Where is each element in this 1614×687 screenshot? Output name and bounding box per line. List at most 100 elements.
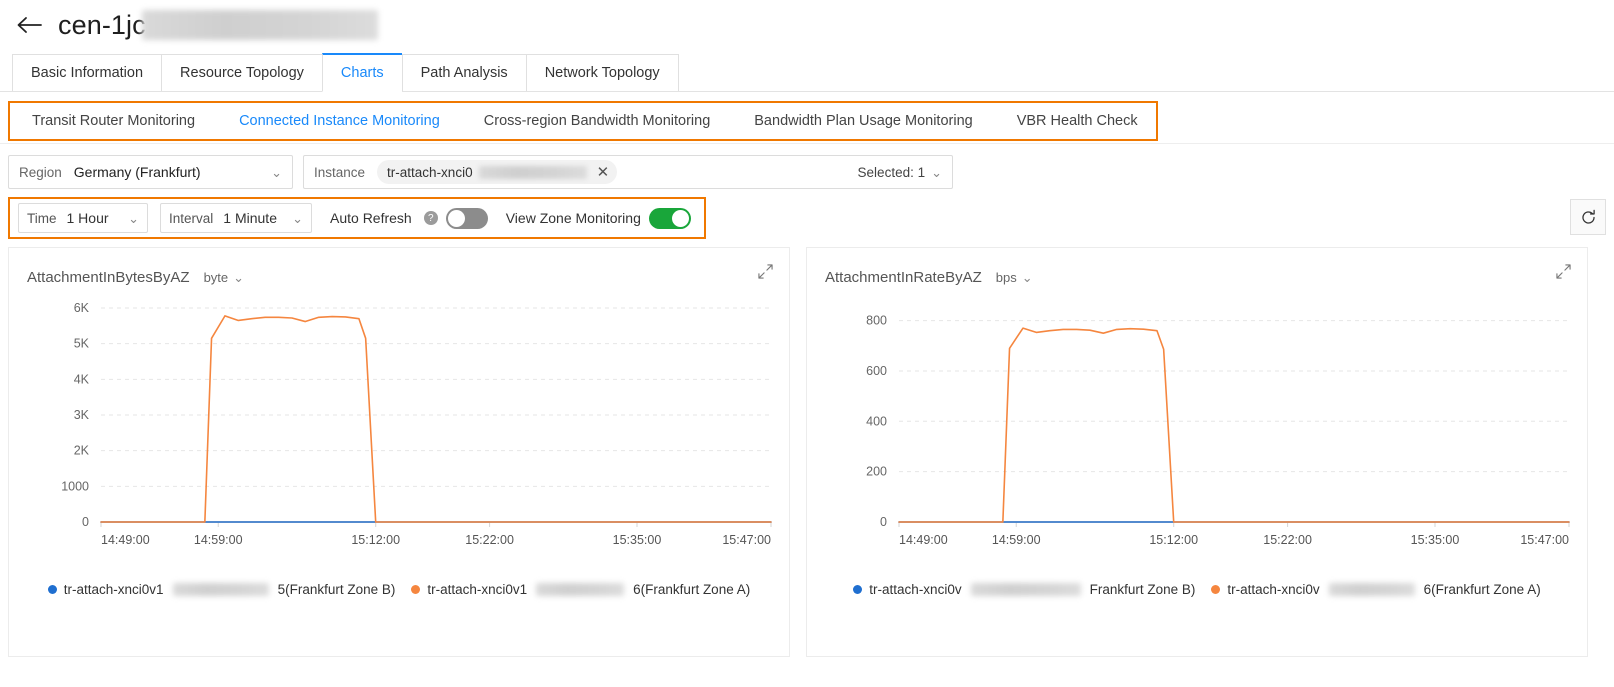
subnav-item-cross-region-bandwidth-monitoring[interactable]: Cross-region Bandwidth Monitoring — [462, 113, 732, 129]
tab-label: Network Topology — [545, 65, 660, 81]
close-icon[interactable]: ✕ — [593, 163, 610, 181]
page-title: cen-1jc — [58, 10, 378, 41]
chart-legend: tr-attach-xnci0v1 5(Frankfurt Zone B) tr… — [9, 582, 789, 597]
charts-container: AttachmentInBytesByAZ byte ⌄ 0 1000 2K 3K 4K… — [0, 247, 1614, 657]
question-mark-icon[interactable]: ? — [424, 211, 438, 225]
toggle-knob — [672, 210, 689, 227]
tab-label: Path Analysis — [421, 65, 508, 81]
chart-title: AttachmentInRateByAZ — [825, 269, 982, 286]
svg-text:15:22:00: 15:22:00 — [465, 533, 514, 547]
svg-text:4K: 4K — [74, 372, 90, 386]
svg-text:14:49:00: 14:49:00 — [101, 533, 150, 547]
instance-selector[interactable]: Instance tr-attach-xnci0 ✕ Selected: 1 ⌄ — [303, 155, 953, 189]
chart-unit-selector[interactable]: bps ⌄ — [996, 270, 1033, 285]
view-zone-monitoring-label: View Zone Monitoring — [506, 210, 641, 226]
title-bar: cen-1jc — [0, 0, 1614, 48]
legend-color-swatch — [1211, 585, 1220, 594]
tab-path-analysis[interactable]: Path Analysis — [402, 54, 526, 92]
time-range-selector[interactable]: Time 1 Hour ⌄ — [18, 203, 148, 233]
region-label: Region — [19, 165, 62, 180]
time-value: 1 Hour — [67, 210, 109, 226]
primary-tabs: Basic Information Resource Topology Char… — [0, 52, 1614, 92]
redacted-legend-segment — [536, 583, 624, 596]
toolbar-highlight: Time 1 Hour ⌄ Interval 1 Minute ⌄ Auto R… — [8, 197, 706, 239]
region-selector[interactable]: Region Germany (Frankfurt) ⌄ — [8, 155, 293, 189]
tab-resource-topology[interactable]: Resource Topology — [161, 54, 322, 92]
toolbar-row: Time 1 Hour ⌄ Interval 1 Minute ⌄ Auto R… — [0, 197, 1614, 245]
svg-text:0: 0 — [880, 515, 887, 529]
back-arrow-icon[interactable] — [14, 10, 44, 40]
instance-label: Instance — [314, 165, 365, 180]
chart-unit-selector[interactable]: byte ⌄ — [204, 270, 244, 285]
chart-header: AttachmentInRateByAZ bps ⌄ — [807, 248, 1587, 290]
svg-text:15:12:00: 15:12:00 — [351, 533, 400, 547]
divider — [0, 143, 1614, 144]
interval-selector[interactable]: Interval 1 Minute ⌄ — [160, 203, 312, 233]
sub-navigation: Transit Router Monitoring Connected Inst… — [0, 101, 1614, 143]
page-root: cen-1jc Basic Information Resource Topol… — [0, 0, 1614, 687]
time-label: Time — [27, 211, 57, 226]
svg-text:1000: 1000 — [61, 479, 89, 493]
chevron-down-icon: ⌄ — [292, 212, 303, 225]
refresh-button[interactable] — [1570, 199, 1606, 235]
sub-navigation-highlight: Transit Router Monitoring Connected Inst… — [8, 101, 1158, 141]
chevron-down-icon: ⌄ — [271, 166, 282, 179]
chevron-down-icon: ⌄ — [233, 271, 244, 284]
legend-item-zone-a[interactable]: tr-attach-xnci0v1 6(Frankfurt Zone A) — [411, 582, 750, 597]
legend-item-zone-b[interactable]: tr-attach-xnci0v Frankfurt Zone B) — [853, 582, 1195, 597]
legend-label: tr-attach-xnci0v — [1227, 582, 1319, 597]
svg-text:400: 400 — [866, 414, 887, 428]
subnav-item-bandwidth-plan-usage-monitoring[interactable]: Bandwidth Plan Usage Monitoring — [732, 113, 994, 129]
svg-text:15:47:00: 15:47:00 — [722, 533, 771, 547]
svg-text:0: 0 — [82, 515, 89, 529]
legend-item-zone-b[interactable]: tr-attach-xnci0v1 5(Frankfurt Zone B) — [48, 582, 396, 597]
region-value: Germany (Frankfurt) — [74, 164, 201, 180]
legend-item-zone-a[interactable]: tr-attach-xnci0v 6(Frankfurt Zone A) — [1211, 582, 1540, 597]
refresh-icon — [1580, 209, 1597, 226]
svg-text:600: 600 — [866, 364, 887, 378]
legend-color-swatch — [853, 585, 862, 594]
redacted-legend-segment — [971, 583, 1081, 596]
chart-plot-area[interactable]: 010002K3K4K5K6K14:49:0014:59:0015:12:001… — [9, 290, 791, 580]
legend-label-suffix: 5(Frankfurt Zone B) — [278, 582, 396, 597]
redacted-legend-segment — [173, 583, 269, 596]
auto-refresh-toggle[interactable] — [446, 208, 488, 229]
subnav-item-transit-router-monitoring[interactable]: Transit Router Monitoring — [10, 113, 217, 129]
legend-label-suffix: 6(Frankfurt Zone A) — [1424, 582, 1541, 597]
subnav-label: VBR Health Check — [1017, 113, 1138, 129]
chart-plot-area[interactable]: 0 200 400 600 800 14:49:00 14:59:00 15:12:00 15:… — [807, 290, 1589, 580]
tab-charts[interactable]: Charts — [322, 53, 402, 92]
interval-label: Interval — [169, 211, 213, 226]
svg-text:15:47:00: 15:47:00 — [1520, 533, 1569, 547]
tab-network-topology[interactable]: Network Topology — [526, 54, 679, 92]
svg-text:5K: 5K — [74, 337, 90, 351]
legend-color-swatch — [48, 585, 57, 594]
interval-value: 1 Minute — [223, 210, 277, 226]
subnav-item-connected-instance-monitoring[interactable]: Connected Instance Monitoring — [217, 113, 462, 129]
toggle-knob — [448, 210, 465, 227]
chart-title: AttachmentInBytesByAZ — [27, 269, 190, 286]
auto-refresh-label: Auto Refresh — [330, 210, 412, 226]
legend-label-suffix: 6(Frankfurt Zone A) — [633, 582, 750, 597]
tab-label: Charts — [341, 65, 384, 81]
svg-text:14:49:00: 14:49:00 — [899, 533, 948, 547]
expand-icon[interactable] — [758, 264, 773, 284]
svg-text:15:35:00: 15:35:00 — [1411, 533, 1460, 547]
svg-text:3K: 3K — [74, 408, 90, 422]
legend-label: tr-attach-xnci0v1 — [427, 582, 527, 597]
selected-count[interactable]: Selected: 1 ⌄ — [858, 165, 942, 180]
subnav-label: Bandwidth Plan Usage Monitoring — [754, 113, 972, 129]
svg-text:200: 200 — [866, 465, 887, 479]
redacted-instance-segment — [479, 166, 587, 179]
svg-text:14:59:00: 14:59:00 — [992, 533, 1041, 547]
legend-label: tr-attach-xnci0v — [869, 582, 961, 597]
svg-text:15:12:00: 15:12:00 — [1149, 533, 1198, 547]
svg-text:800: 800 — [866, 314, 887, 328]
legend-color-swatch — [411, 585, 420, 594]
expand-icon[interactable] — [1556, 264, 1571, 284]
tab-basic-information[interactable]: Basic Information — [12, 54, 161, 92]
tab-label: Basic Information — [31, 65, 143, 81]
svg-text:2K: 2K — [74, 444, 90, 458]
subnav-item-vbr-health-check[interactable]: VBR Health Check — [995, 113, 1160, 129]
view-zone-monitoring-toggle[interactable] — [649, 208, 691, 229]
